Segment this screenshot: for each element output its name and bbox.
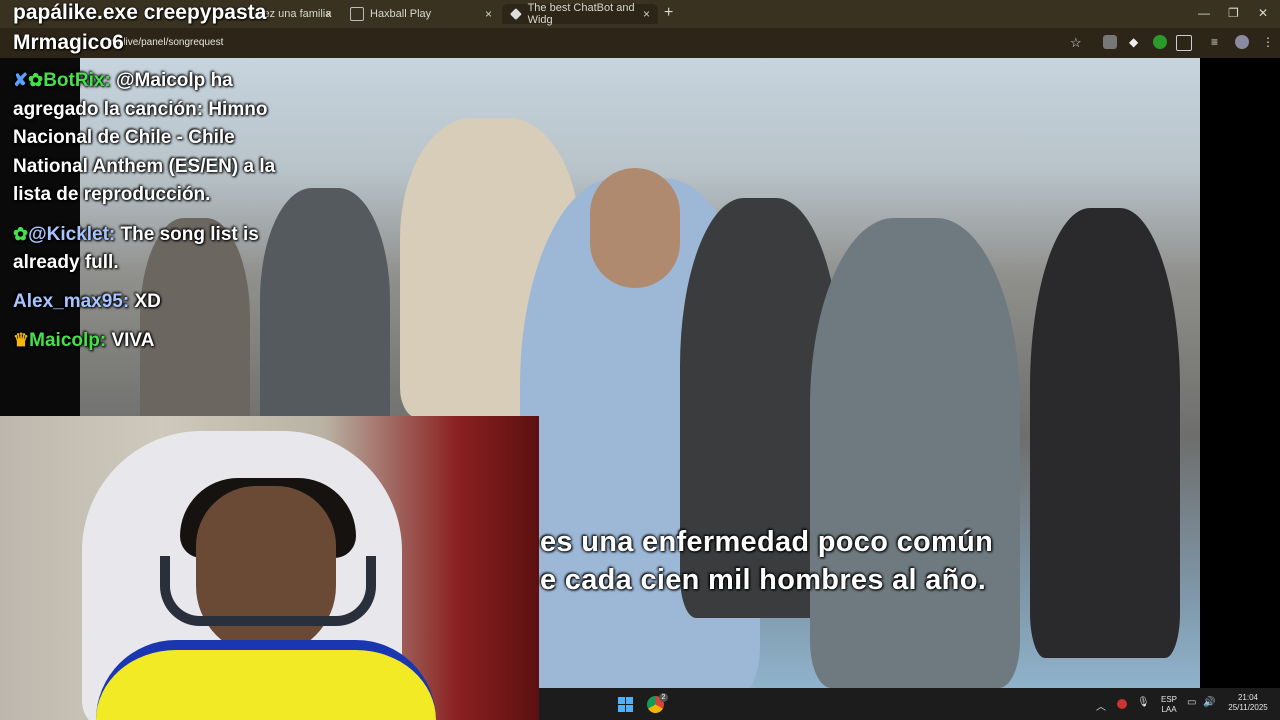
tab-label: The best ChatBot and Widg bbox=[527, 2, 635, 26]
botrix-icon bbox=[509, 8, 522, 20]
chat-text: VIVA bbox=[111, 330, 155, 351]
chat-message: ✿@Kicklet: The song list is already full… bbox=[13, 220, 305, 278]
video-person bbox=[590, 168, 680, 288]
video-subtitle-line-2: e cada cien mil hombres al año. bbox=[540, 564, 987, 596]
video-person bbox=[1030, 208, 1180, 658]
green-extension-icon[interactable] bbox=[1153, 35, 1167, 49]
video-person bbox=[810, 218, 1020, 688]
close-window-button[interactable]: ✕ bbox=[1258, 6, 1268, 20]
minimize-button[interactable]: — bbox=[1198, 6, 1210, 20]
streamer-shirt bbox=[96, 640, 436, 720]
windows-taskbar: 2 ︿ 🎙 ESP LAA ▭ 🔊 21:04 25/11/2025 bbox=[539, 688, 1280, 720]
tab-close-icon[interactable]: × bbox=[485, 7, 492, 21]
botrix-extension-icon[interactable]: ◆ bbox=[1129, 35, 1143, 49]
reading-list-icon[interactable]: ≡ bbox=[1211, 35, 1225, 49]
clock[interactable]: 21:04 25/11/2025 bbox=[1223, 693, 1273, 713]
haxball-icon bbox=[350, 7, 364, 21]
notification-badge: 2 bbox=[659, 693, 668, 702]
tab-close-icon[interactable]: × bbox=[643, 7, 650, 21]
extension-icon[interactable] bbox=[1103, 35, 1117, 49]
language-line-1: ESP bbox=[1160, 695, 1177, 704]
video-letterbox-right bbox=[1200, 58, 1280, 688]
bookmark-star-icon[interactable]: ☆ bbox=[1070, 35, 1084, 50]
tray-chevron-icon[interactable]: ︿ bbox=[1096, 698, 1106, 713]
chat-overlay: ✘✿BotRix: @Maicolp ha agregado la canció… bbox=[13, 66, 305, 366]
windows-logo-icon bbox=[618, 697, 625, 704]
crown-icon: ♛ bbox=[13, 330, 30, 350]
network-icon[interactable]: ▭ bbox=[1187, 697, 1196, 708]
chat-text: XD bbox=[134, 290, 161, 312]
tray-app-icon[interactable] bbox=[1117, 699, 1127, 709]
menu-icon[interactable]: ⋮ bbox=[1262, 35, 1276, 49]
start-button[interactable] bbox=[618, 697, 633, 712]
tab-label: vez una familia bbox=[258, 8, 332, 20]
puzzle-icon[interactable] bbox=[1176, 35, 1192, 51]
tab-haxball[interactable]: Haxball Play × bbox=[342, 4, 500, 24]
headset bbox=[160, 556, 376, 626]
chat-message: ✘✿BotRix: @Maicolp ha agregado la canció… bbox=[13, 66, 305, 210]
volume-icon[interactable]: 🔊 bbox=[1203, 697, 1215, 708]
new-tab-button[interactable]: + bbox=[664, 4, 673, 22]
chat-username: @Kicklet: bbox=[28, 223, 116, 245]
verified-icon: ✿ bbox=[13, 223, 29, 244]
stream-title: papálike.exe creepypasta bbox=[13, 1, 267, 24]
clock-date: 25/11/2025 bbox=[1228, 703, 1268, 712]
chat-username: Maicolp: bbox=[29, 330, 107, 351]
maximize-button[interactable]: ❐ bbox=[1228, 6, 1239, 20]
streamer-name: Mrmagico6 bbox=[13, 31, 124, 54]
microphone-icon[interactable]: 🎙 bbox=[1137, 697, 1150, 708]
profile-avatar[interactable] bbox=[1235, 35, 1249, 49]
tab-label: Haxball Play bbox=[370, 8, 432, 20]
chat-message: ♛Maicolp: VIVA bbox=[13, 326, 305, 356]
clock-time: 21:04 bbox=[1237, 693, 1259, 702]
tab-chatbot[interactable]: The best ChatBot and Widg × bbox=[502, 2, 658, 26]
webcam-feed bbox=[0, 416, 539, 720]
chat-username: BotRix: bbox=[43, 70, 111, 91]
chat-message: Alex_max95: XD bbox=[13, 288, 305, 317]
verified-icon: ✿ bbox=[28, 70, 44, 90]
sword-icon: ✘ bbox=[13, 70, 29, 90]
video-subtitle-line-1: es una enfermedad poco común bbox=[540, 526, 994, 558]
tab-close-icon[interactable]: × bbox=[325, 7, 332, 21]
chat-username: Alex_max95: bbox=[13, 290, 130, 312]
url-text[interactable]: rix.live/panel/songrequest bbox=[110, 37, 223, 48]
language-line-2: LAA bbox=[1161, 705, 1177, 714]
language-indicator[interactable]: ESP LAA bbox=[1159, 695, 1179, 715]
